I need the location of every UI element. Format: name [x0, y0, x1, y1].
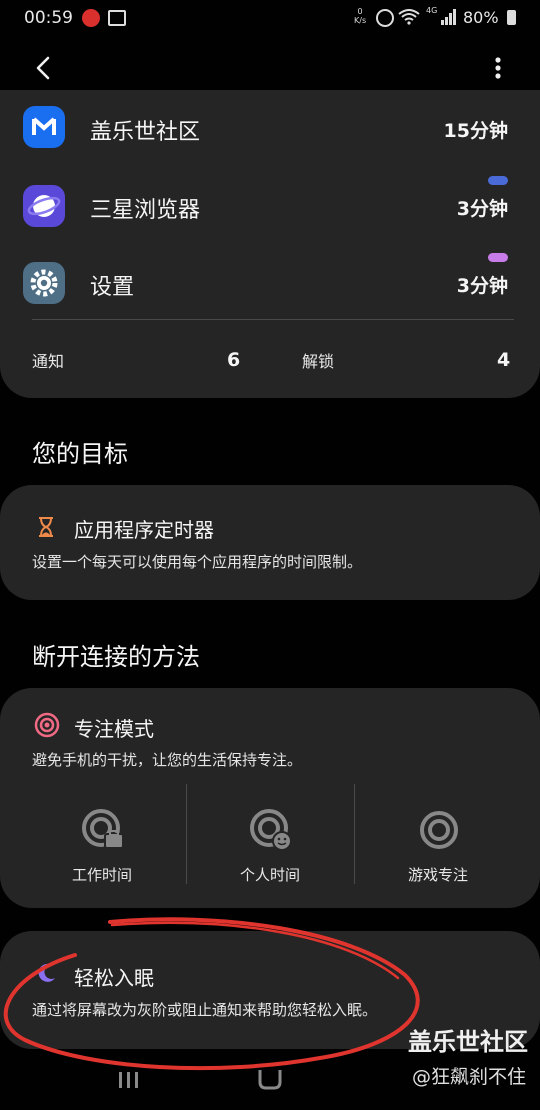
app-usage-row[interactable]: 三星浏览器 3分钟	[0, 176, 540, 236]
game-focus-icon	[420, 811, 458, 849]
unlocks-label: 解锁	[302, 352, 335, 371]
network-speed: 0 K/s	[354, 7, 367, 25]
more-options-icon[interactable]	[486, 52, 510, 84]
galaxy-community-icon	[23, 106, 65, 148]
app-usage-time: 15分钟	[443, 120, 508, 142]
divider	[32, 319, 514, 320]
watermark-brand: 盖乐世社区	[408, 1028, 528, 1056]
headphone-notification-icon	[82, 9, 100, 27]
app-name: 三星浏览器	[90, 198, 201, 223]
hourglass-icon	[39, 517, 53, 537]
status-time: 00:59	[24, 8, 73, 28]
notifications-count: 6	[227, 349, 241, 371]
samsung-browser-icon	[23, 185, 65, 227]
moon-icon	[38, 963, 55, 982]
target-icon	[34, 712, 60, 738]
app-name: 盖乐世社区	[90, 120, 201, 145]
wifi-icon	[398, 9, 420, 25]
battery-percent: 80%	[463, 8, 499, 27]
goals-section-title: 您的目标	[32, 440, 128, 468]
app-usage-time: 3分钟	[456, 275, 508, 297]
back-arrow-icon[interactable]	[30, 52, 60, 84]
battery-icon	[507, 10, 516, 25]
focus-mode-title: 专注模式	[74, 717, 154, 741]
focus-mode-description: 避免手机的干扰，让您的生活保持专注。	[32, 751, 303, 769]
alarm-icon	[376, 9, 394, 27]
status-bar: 00:59 0 K/s 4G 80%	[0, 0, 540, 36]
personal-focus-icon	[250, 809, 292, 851]
work-time-mode[interactable]: 工作时间	[18, 784, 186, 884]
usage-bar	[488, 176, 508, 185]
image-notification-icon	[108, 10, 126, 26]
network-type: 4G	[426, 6, 438, 15]
app-timer-card[interactable]: 应用程序定时器 设置一个每天可以使用每个应用程序的时间限制。	[0, 485, 540, 600]
app-usage-card: 盖乐世社区 15分钟 三星浏览器 3分钟 设置 3分钟 通知 6 解锁 4	[0, 90, 540, 398]
wind-down-description: 通过将屏幕改为灰阶或阻止通知来帮助您轻松入眠。	[32, 1001, 378, 1019]
watermark-author: @狂飙刹不住	[411, 1066, 526, 1088]
app-timer-title: 应用程序定时器	[74, 518, 214, 542]
wind-down-title: 轻松入眠	[74, 966, 154, 990]
unlocks-count: 4	[497, 349, 511, 371]
work-time-label: 工作时间	[71, 866, 132, 884]
home-icon[interactable]	[256, 1068, 284, 1090]
personal-time-mode[interactable]: 个人时间	[186, 784, 354, 884]
work-focus-icon	[82, 809, 124, 849]
personal-time-label: 个人时间	[239, 866, 300, 884]
app-usage-time: 3分钟	[456, 198, 508, 220]
game-focus-label: 游戏专注	[407, 866, 468, 884]
usage-bar	[488, 253, 508, 262]
app-usage-row[interactable]: 设置 3分钟	[0, 253, 540, 313]
notifications-label: 通知	[32, 352, 65, 371]
disconnect-section-title: 断开连接的方法	[32, 643, 200, 671]
signal-icon	[441, 9, 456, 25]
app-name: 设置	[90, 275, 135, 300]
app-usage-row[interactable]: 盖乐世社区 15分钟	[0, 98, 540, 158]
recent-apps-icon[interactable]	[116, 1068, 142, 1090]
app-timer-description: 设置一个每天可以使用每个应用程序的时间限制。	[32, 553, 363, 571]
settings-gear-icon	[23, 262, 65, 304]
game-focus-mode[interactable]: 游戏专注	[354, 784, 522, 884]
